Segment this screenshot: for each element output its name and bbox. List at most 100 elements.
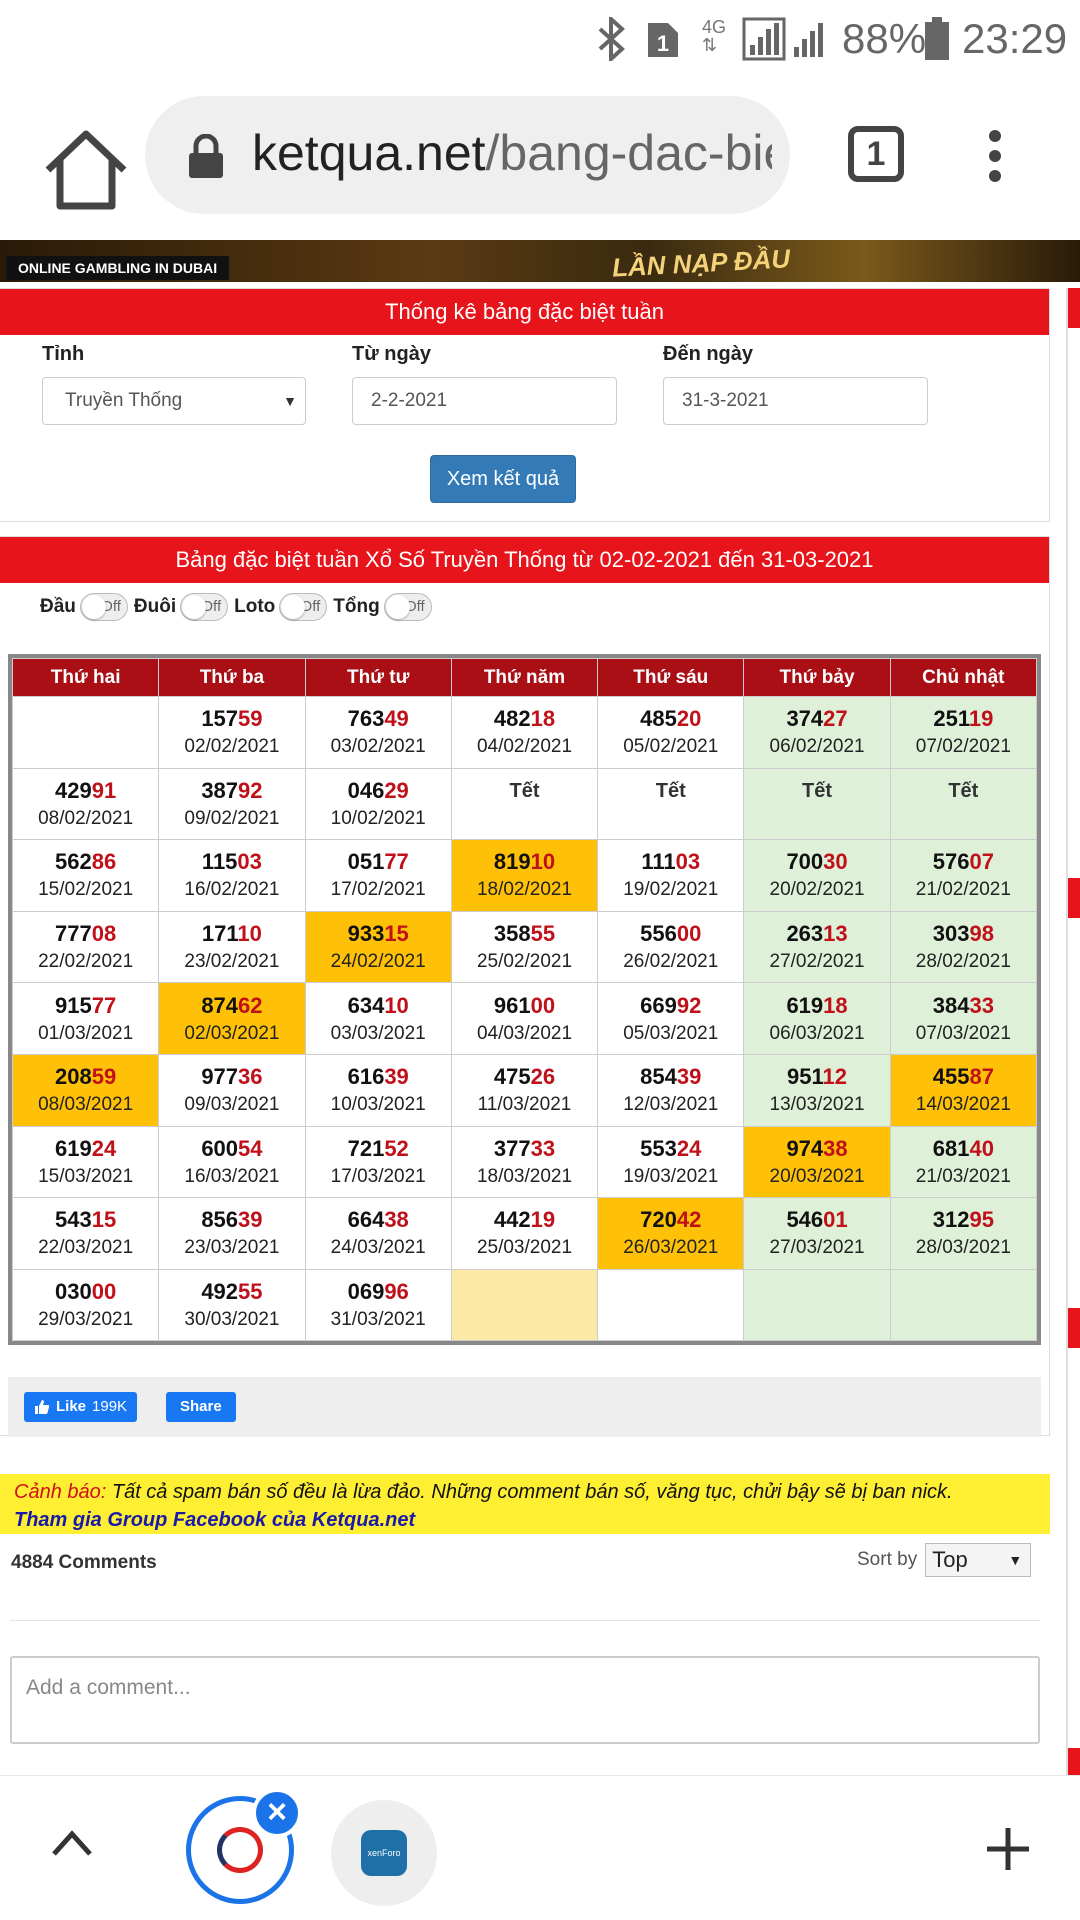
draw-date: 07/02/2021 [915, 736, 1011, 758]
toggle-switch[interactable]: Off [279, 593, 328, 621]
draw-date: 05/03/2021 [623, 1022, 719, 1044]
number-tail: 42 [676, 1207, 702, 1233]
special-prize-number: 38433 [891, 991, 1036, 1021]
province-select[interactable]: Truyền Thống ▼ [42, 377, 306, 425]
toggle-switch[interactable]: Off [79, 593, 128, 621]
number-tail: 59 [238, 706, 263, 732]
draw-date: 24/02/2021 [330, 951, 426, 973]
draw-date: 20/02/2021 [769, 879, 865, 901]
number-head: 442 [493, 1207, 531, 1233]
number-tail: 91 [91, 777, 117, 803]
result-cell: 48520 05/02/2021 [597, 696, 745, 769]
close-icon[interactable]: × [252, 1788, 302, 1838]
chevron-down-icon: ▼ [1008, 1552, 1023, 1568]
address-bar[interactable]: ketqua.net/bang-dac-biet-tuan.html [145, 96, 790, 214]
special-prize-number: 49255 [159, 1277, 304, 1307]
table-row: 42991 08/02/2021 38792 09/02/2021 04629 10/02… [11, 767, 1038, 841]
home-icon[interactable] [38, 124, 134, 220]
draw-date: 12/03/2021 [623, 1094, 719, 1116]
facebook-share-button[interactable]: Share [166, 1392, 236, 1422]
special-prize-number: 72152 [306, 1134, 451, 1164]
tab-switcher-button[interactable]: 1 [848, 126, 904, 182]
special-prize-number: 96100 [452, 991, 597, 1021]
number-tail: 18 [530, 706, 556, 732]
number-tail: 26 [530, 1064, 556, 1090]
number-head: 543 [55, 1207, 92, 1233]
to-date-input[interactable]: 31-3-2021 [663, 377, 928, 425]
number-head: 069 [347, 1279, 385, 1305]
draw-date: 07/03/2021 [915, 1022, 1011, 1044]
number-head: 111 [641, 849, 676, 875]
draw-date: 15/02/2021 [38, 879, 134, 901]
result-cell: 38433 07/03/2021 [889, 982, 1038, 1055]
special-prize-number: 31295 [891, 1205, 1036, 1235]
special-prize-number: 60054 [159, 1134, 304, 1164]
table-row: 56286 15/02/2021 11503 16/02/2021 05177 17/02… [11, 839, 1038, 912]
result-cell: 48218 04/02/2021 [450, 696, 599, 769]
result-cell: 03000 29/03/2021 [11, 1268, 160, 1342]
divider [10, 1620, 1040, 1621]
facebook-group-link[interactable]: Tham gia Group Facebook của Ketqua.net [14, 1509, 415, 1531]
column-header: Thứ năm [450, 658, 599, 697]
svg-text:1: 1 [657, 31, 669, 56]
result-cell: 91577 01/03/2021 [11, 982, 160, 1055]
toggle-switch[interactable]: Off [180, 593, 229, 621]
banner-left-text: ONLINE GAMBLING IN DUBAI [6, 256, 230, 280]
number-tail: 29 [384, 777, 409, 803]
result-cell: 35855 25/02/2021 [450, 910, 599, 984]
from-date-input[interactable]: 2-2-2021 [352, 377, 617, 425]
draw-date: 10/02/2021 [330, 807, 426, 829]
number-tail: 10 [530, 849, 556, 875]
special-prize-number: 55600 [598, 919, 743, 949]
draw-date: 02/02/2021 [184, 736, 280, 758]
draw-date: 21/02/2021 [915, 879, 1011, 901]
special-prize-number: 20859 [13, 1062, 158, 1092]
number-head: 669 [640, 992, 677, 1018]
toggle-switch[interactable]: Off [383, 593, 432, 621]
number-head: 616 [347, 1064, 385, 1090]
result-cell [450, 1268, 599, 1342]
number-tail: 95 [969, 1207, 994, 1233]
number-tail: 55 [530, 921, 556, 947]
number-head: 429 [55, 777, 92, 803]
number-tail: 27 [823, 706, 848, 732]
number-head: 377 [493, 1135, 531, 1161]
draw-date: 11/03/2021 [477, 1094, 572, 1116]
sort-select[interactable]: Top ▼ [925, 1543, 1032, 1577]
number-head: 721 [347, 1135, 385, 1161]
number-tail: 40 [969, 1135, 994, 1161]
submit-button[interactable]: Xem kết quả [430, 455, 576, 503]
chevron-down-icon: ▼ [283, 393, 297, 409]
special-prize-number: 11503 [159, 847, 304, 877]
special-prize-number: 54601 [744, 1205, 889, 1235]
special-prize-number: 48520 [598, 704, 743, 734]
result-cell: Tết [597, 767, 745, 841]
result-cell: Tết [450, 767, 599, 841]
result-cell: 60054 16/03/2021 [158, 1125, 306, 1199]
thumbs-up-icon [35, 1400, 50, 1414]
special-prize-number: 85439 [598, 1062, 743, 1092]
chevron-up-icon[interactable] [50, 1828, 94, 1858]
number-tail: 39 [238, 1207, 263, 1233]
number-head: 562 [55, 849, 92, 875]
number-tail: 33 [530, 1135, 556, 1161]
special-prize-number: 26313 [744, 919, 889, 949]
special-prize-number: 30398 [891, 919, 1036, 949]
facebook-like-button[interactable]: Like 199K [24, 1392, 138, 1422]
holiday-label: Tết [802, 779, 833, 802]
result-cell: 05177 17/02/2021 [304, 839, 452, 912]
number-head: 634 [347, 992, 385, 1018]
result-cell: 38792 09/02/2021 [158, 767, 306, 841]
ad-banner[interactable]: ONLINE GAMBLING IN DUBAI LẦN NẠP ĐẦU [0, 240, 1080, 283]
overflow-menu-icon[interactable] [980, 124, 1010, 194]
comment-input[interactable]: Add a comment... [10, 1656, 1040, 1744]
number-tail: 15 [384, 921, 409, 947]
draw-date: 23/02/2021 [184, 951, 280, 973]
number-tail: 24 [91, 1135, 117, 1161]
number-head: 546 [786, 1207, 824, 1233]
number-head: 485 [640, 706, 677, 732]
result-cell: 37733 18/03/2021 [450, 1125, 599, 1199]
tab-thumbnail-other[interactable]: xenForo [331, 1800, 437, 1906]
special-prize-number: 95112 [744, 1062, 889, 1092]
new-tab-icon[interactable] [985, 1826, 1031, 1872]
